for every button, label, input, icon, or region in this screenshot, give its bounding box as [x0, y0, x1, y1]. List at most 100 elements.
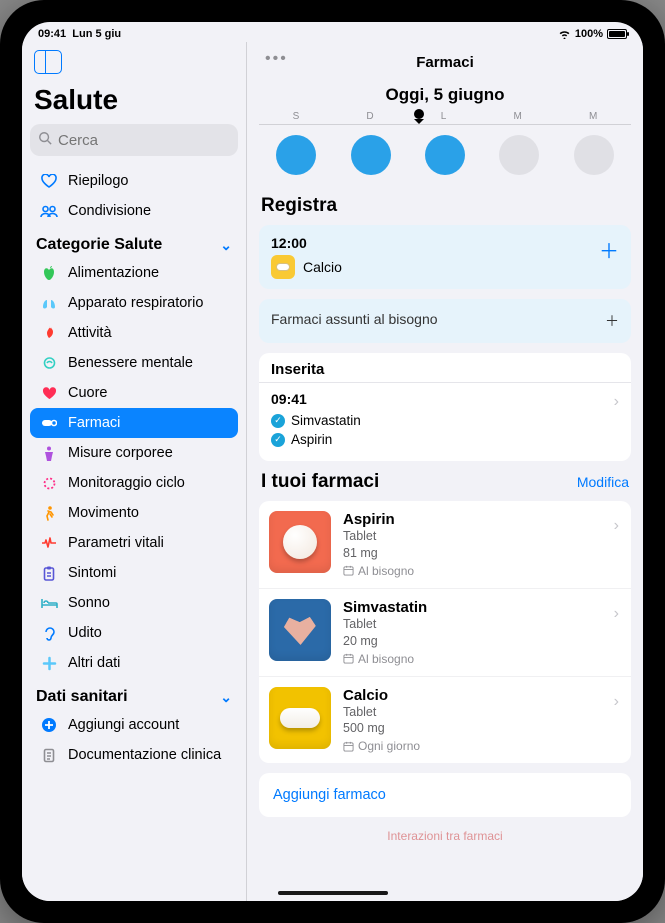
register-title: Registra	[261, 195, 337, 217]
sidebar-item-label: Sonno	[68, 595, 110, 611]
sidebar-item-documentazione-clinica[interactable]: Documentazione clinica	[30, 740, 238, 770]
plus-icon[interactable]: ＋	[605, 311, 619, 331]
med-dose: 81 mg	[343, 545, 621, 562]
search-field[interactable]	[30, 124, 238, 156]
schedule-card[interactable]: ＋ 12:00 Calcio	[259, 225, 631, 289]
apple-icon	[40, 266, 58, 281]
schedule-med: Calcio	[303, 259, 342, 275]
sidebar-item-udito[interactable]: Udito	[30, 618, 238, 648]
sidebar-item-benessere-mentale[interactable]: Benessere mentale	[30, 348, 238, 378]
logged-card[interactable]: › 09:41 ✓Simvastatin✓Aspirin	[259, 383, 631, 461]
sidebar-item-apparato-respiratorio[interactable]: Apparato respiratorio	[30, 288, 238, 318]
sidebar-item-label: Parametri vitali	[68, 535, 164, 551]
med-dose: 500 mg	[343, 720, 621, 737]
today-label: Oggi, 5 giugno	[259, 85, 631, 105]
bed-icon	[40, 598, 58, 609]
chevron-right-icon: ›	[614, 693, 619, 711]
day-dot[interactable]	[276, 135, 316, 175]
pill-icon	[271, 255, 295, 279]
med-schedule: Al bisogno	[343, 652, 621, 666]
your-meds-title: I tuoi farmaci	[261, 471, 379, 493]
app-title: Salute	[30, 80, 238, 124]
plus-icon[interactable]: ＋	[599, 235, 619, 264]
doc-icon	[40, 748, 58, 763]
home-indicator[interactable]	[278, 891, 388, 895]
week-header: SDLMM	[259, 111, 631, 125]
sidebar-item-label: Condivisione	[68, 203, 151, 219]
heart-icon	[40, 387, 58, 400]
sidebar-item-label: Alimentazione	[68, 265, 159, 281]
status-bar: 09:41 Lun 5 giu 100%	[22, 22, 643, 42]
med-form: Tablet	[343, 704, 621, 721]
check-icon: ✓	[271, 433, 285, 447]
plus-icon	[40, 656, 58, 671]
med-schedule: Ogni giorno	[343, 739, 621, 753]
add-med-button[interactable]: Aggiungi farmaco	[259, 773, 631, 817]
as-needed-label: Farmaci assunti al bisogno	[271, 311, 438, 331]
sidebar-item-altri-dati[interactable]: Altri dati	[30, 648, 238, 678]
chevron-right-icon: ›	[614, 393, 619, 411]
logged-med: ✓Aspirin	[271, 430, 619, 449]
sidebar-item-label: Sintomi	[68, 565, 116, 581]
sidebar-item-label: Misure corporee	[68, 445, 173, 461]
vitals-icon	[40, 537, 58, 549]
flame-icon	[40, 326, 58, 341]
records-header[interactable]: Dati sanitari ⌄	[30, 678, 238, 710]
sidebar-item-label: Documentazione clinica	[68, 747, 221, 763]
sidebar-item-aggiungi-account[interactable]: Aggiungi account	[30, 710, 238, 740]
sidebar-item-parametri-vitali[interactable]: Parametri vitali	[30, 528, 238, 558]
body-icon	[40, 446, 58, 461]
sidebar-item-alimentazione[interactable]: Alimentazione	[30, 258, 238, 288]
sidebar: Salute Riepilogo Condivisione Categorie S…	[22, 42, 247, 901]
med-schedule: Al bisogno	[343, 564, 621, 578]
week-dots-row[interactable]	[259, 125, 631, 189]
day-dot[interactable]	[351, 135, 391, 175]
add-account-icon	[40, 717, 58, 733]
calendar-icon	[343, 565, 354, 576]
sidebar-item-farmaci[interactable]: Farmaci	[30, 408, 238, 438]
sidebar-item-sintomi[interactable]: Sintomi	[30, 558, 238, 588]
med-form: Tablet	[343, 616, 621, 633]
edit-link[interactable]: Modifica	[577, 474, 629, 490]
sidebar-item-sonno[interactable]: Sonno	[30, 588, 238, 618]
day-dot[interactable]	[499, 135, 539, 175]
med-item[interactable]: Simvastatin Tablet 20 mg Al bisogno ›	[259, 589, 631, 677]
walk-icon	[40, 506, 58, 521]
battery-pct: 100%	[575, 28, 603, 40]
sidebar-item-cuore[interactable]: Cuore	[30, 378, 238, 408]
sidebar-item-label: Farmaci	[68, 415, 120, 431]
chevron-down-icon: ⌄	[220, 237, 232, 254]
ear-icon	[40, 626, 58, 641]
day-dot[interactable]	[574, 135, 614, 175]
battery-icon	[607, 29, 627, 39]
wifi-icon	[558, 29, 571, 39]
people-icon	[40, 205, 58, 218]
sidebar-item-movimento[interactable]: Movimento	[30, 498, 238, 528]
chevron-right-icon: ›	[614, 517, 619, 535]
records-title: Dati sanitari	[36, 688, 128, 706]
truncated-row: Interazioni tra farmaci	[259, 827, 631, 843]
sidebar-item-label: Monitoraggio ciclo	[68, 475, 185, 491]
categories-header[interactable]: Categorie Salute ⌄	[30, 226, 238, 258]
check-icon: ✓	[271, 414, 285, 428]
med-item[interactable]: Aspirin Tablet 81 mg Al bisogno ›	[259, 501, 631, 589]
med-dose: 20 mg	[343, 633, 621, 650]
categories-title: Categorie Salute	[36, 236, 162, 254]
chevron-right-icon: ›	[614, 605, 619, 623]
calendar-icon	[343, 653, 354, 664]
lungs-icon	[40, 296, 58, 310]
sidebar-item-attività[interactable]: Attività	[30, 318, 238, 348]
sidebar-item-condivisione[interactable]: Condivisione	[30, 196, 238, 226]
med-name: Simvastatin	[343, 599, 621, 616]
sidebar-toggle-button[interactable]	[34, 50, 62, 74]
weekday-label: S	[293, 111, 300, 122]
sidebar-item-misure-corporee[interactable]: Misure corporee	[30, 438, 238, 468]
day-dot[interactable]	[425, 135, 465, 175]
sidebar-item-riepilogo[interactable]: Riepilogo	[30, 166, 238, 196]
sidebar-item-label: Udito	[68, 625, 102, 641]
search-input[interactable]	[58, 132, 247, 149]
med-thumb	[269, 511, 331, 573]
med-item[interactable]: Calcio Tablet 500 mg Ogni giorno ›	[259, 677, 631, 764]
sidebar-item-monitoraggio-ciclo[interactable]: Monitoraggio ciclo	[30, 468, 238, 498]
as-needed-card[interactable]: Farmaci assunti al bisogno ＋	[259, 299, 631, 343]
